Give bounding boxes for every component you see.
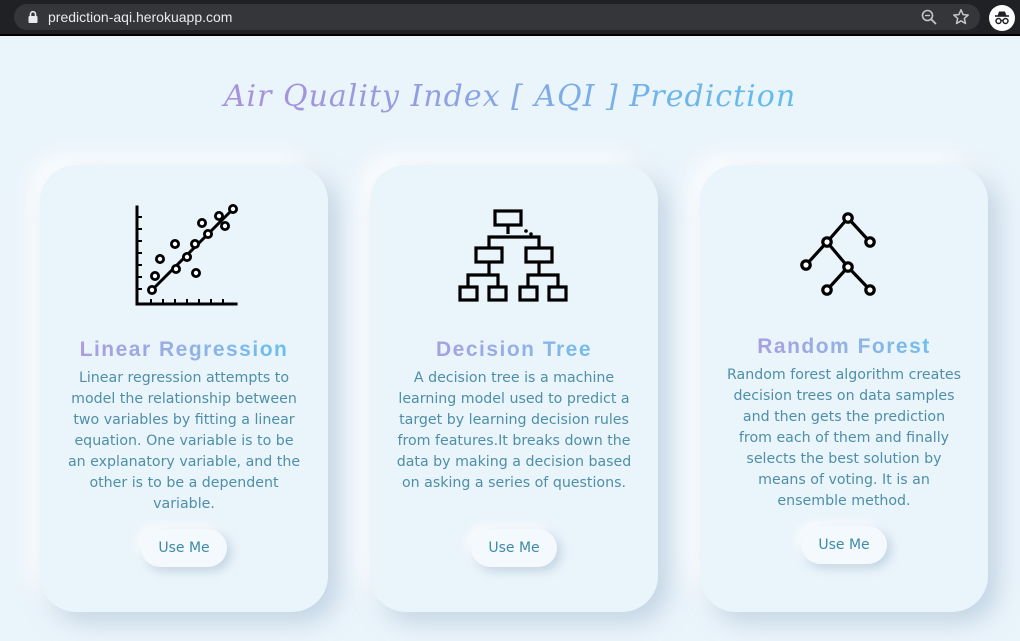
address-bar[interactable]: prediction-aqi.herokuapp.com [14,4,980,30]
url-text[interactable]: prediction-aqi.herokuapp.com [48,8,232,26]
browser-toolbar: prediction-aqi.herokuapp.com [0,0,1020,36]
scatter-regression-icon [40,203,328,313]
page-title: Air Quality Index [ AQI ] Prediction [0,75,1020,119]
card-title: Random Forest [700,334,988,360]
toolbar-divider [0,34,1020,36]
card-linear-regression: Linear Regression Linear regression atte… [40,165,328,612]
incognito-icon[interactable] [989,5,1015,31]
card-description: Random forest algorithm creates decision… [726,367,962,509]
card-random-forest: Random Forest Random forest algorithm cr… [700,165,988,612]
use-me-button[interactable]: Use Me [471,529,557,567]
card-description: Linear regression attempts to model the … [67,370,301,512]
decision-tree-icon [370,203,658,313]
card-title: Decision Tree [370,337,658,363]
card-decision-tree: Decision Tree A decision tree is a machi… [370,165,658,612]
card-title: Linear Regression [40,337,328,363]
bookmark-star-icon[interactable] [952,8,970,26]
card-description: A decision tree is a machine learning mo… [396,370,632,491]
zoom-icon[interactable] [920,8,938,26]
random-forest-icon [700,209,988,319]
use-me-button[interactable]: Use Me [141,529,227,567]
lock-icon [28,10,38,23]
use-me-button[interactable]: Use Me [801,526,887,564]
